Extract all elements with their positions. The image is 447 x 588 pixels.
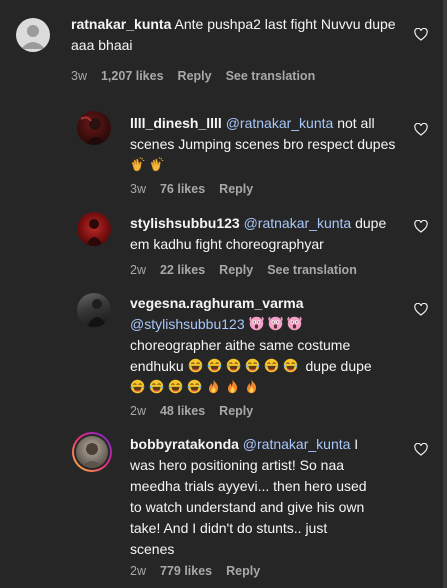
profile-photo bbox=[86, 219, 103, 246]
like-count[interactable]: 779 likes bbox=[160, 564, 212, 578]
reply-button[interactable]: Reply bbox=[178, 69, 212, 83]
username[interactable]: vegesna.raghuram_varma bbox=[130, 295, 304, 311]
tears-of-joy-emoji bbox=[226, 358, 241, 373]
scrollbar-thumb[interactable] bbox=[443, 0, 447, 588]
mention-link[interactable]: @ratnakar_kunta bbox=[244, 215, 352, 231]
username[interactable]: stylishsubbu123 bbox=[130, 215, 240, 231]
comment-text: ratnakar_kunta Ante pushpa2 last fight N… bbox=[71, 14, 401, 56]
comment-meta: 2w 22 likes Reply See translation bbox=[130, 263, 371, 277]
mention-link[interactable]: @ratnakar_kunta bbox=[243, 436, 351, 452]
profile-photo bbox=[76, 436, 108, 468]
screaming-face-emoji bbox=[287, 316, 302, 331]
comment-item: ratnakar_kunta Ante pushpa2 last fight N… bbox=[0, 0, 443, 95]
heart-outline-icon[interactable] bbox=[414, 443, 428, 456]
comment-body-line: meedha trials ayyevi... then hero used bbox=[130, 478, 367, 494]
tears-of-joy-emoji bbox=[245, 358, 260, 373]
tears-of-joy-emoji bbox=[264, 358, 279, 373]
comments-panel: ratnakar_kunta Ante pushpa2 last fight N… bbox=[0, 0, 443, 588]
comment-text: stylishsubbu123 @ratnakar_kunta dupe em … bbox=[130, 213, 400, 255]
scrollbar[interactable] bbox=[443, 0, 447, 588]
avatar[interactable] bbox=[77, 212, 111, 246]
comment-meta: 3w 76 likes Reply bbox=[130, 182, 267, 196]
like-count[interactable]: 1,207 likes bbox=[101, 69, 164, 83]
timestamp: 2w bbox=[130, 263, 146, 277]
timestamp: 3w bbox=[71, 69, 87, 83]
timestamp: 2w bbox=[130, 404, 146, 418]
fire-emoji bbox=[244, 379, 259, 394]
reply-button[interactable]: Reply bbox=[226, 564, 260, 578]
avatar[interactable] bbox=[72, 432, 112, 472]
comment-body-line: take! And I didn't do stunts.. just bbox=[130, 520, 328, 536]
reply-button[interactable]: Reply bbox=[219, 404, 253, 418]
reply-button[interactable]: Reply bbox=[219, 182, 253, 196]
heart-outline-icon[interactable] bbox=[414, 303, 428, 316]
profile-photo-figure bbox=[82, 443, 102, 468]
heart-outline-icon[interactable] bbox=[414, 123, 428, 136]
comment-text: llll_dinesh_llll @ratnakar_kunta not all… bbox=[130, 113, 400, 176]
comment-body: I bbox=[354, 436, 359, 452]
like-count[interactable]: 22 likes bbox=[160, 263, 205, 277]
comment-meta: 3w 1,207 likes Reply See translation bbox=[71, 69, 329, 83]
comment-text: vegesna.raghuram_varma @stylishsubbu123 … bbox=[130, 293, 405, 398]
tears-of-joy-emoji bbox=[207, 358, 222, 373]
heart-outline-icon[interactable] bbox=[414, 220, 428, 233]
comment-body-line: scenes bbox=[130, 541, 175, 557]
username[interactable]: llll_dinesh_llll bbox=[130, 115, 222, 131]
comment-meta: 2w 779 likes Reply bbox=[130, 564, 274, 578]
username[interactable]: bobbyratakonda bbox=[130, 436, 239, 452]
comment-body: choreographer aithe same costume bbox=[130, 337, 351, 353]
comment-item: vegesna.raghuram_varma @stylishsubbu123 … bbox=[0, 289, 443, 429]
clapping-hands-emoji bbox=[149, 157, 164, 172]
avatar[interactable] bbox=[16, 18, 50, 52]
profile-photo bbox=[80, 116, 107, 145]
comment-body: dupe dupe bbox=[305, 358, 372, 374]
avatar[interactable] bbox=[77, 293, 111, 327]
comment-item: llll_dinesh_llll @ratnakar_kunta not all… bbox=[0, 95, 443, 207]
comment-body-line: to watch understand and give his own bbox=[130, 499, 365, 515]
fire-emoji bbox=[206, 379, 221, 394]
fire-emoji bbox=[225, 379, 240, 394]
tears-of-joy-emoji bbox=[187, 379, 202, 394]
avatar[interactable] bbox=[77, 111, 111, 145]
mention-link[interactable]: @ratnakar_kunta bbox=[226, 115, 334, 131]
tears-of-joy-emoji bbox=[149, 379, 164, 394]
tears-of-joy-emoji bbox=[188, 358, 203, 373]
tears-of-joy-emoji bbox=[130, 379, 145, 394]
screaming-face-emoji bbox=[268, 316, 283, 331]
comment-body-line: was hero positioning artist! So naa bbox=[130, 457, 345, 473]
comment-text: bobbyratakonda @ratnakar_kunta I was her… bbox=[130, 434, 405, 560]
screaming-face-emoji bbox=[249, 316, 264, 331]
comment-body: endhuku bbox=[130, 358, 184, 374]
reply-button[interactable]: Reply bbox=[219, 263, 253, 277]
timestamp: 2w bbox=[130, 564, 146, 578]
username[interactable]: ratnakar_kunta bbox=[71, 16, 171, 32]
comment-meta: 2w 48 likes Reply bbox=[130, 404, 267, 418]
timestamp: 3w bbox=[130, 182, 146, 196]
comment-item: stylishsubbu123 @ratnakar_kunta dupe em … bbox=[0, 207, 443, 289]
see-translation-button[interactable]: See translation bbox=[226, 69, 316, 83]
tears-of-joy-emoji bbox=[168, 379, 183, 394]
like-count[interactable]: 76 likes bbox=[160, 182, 205, 196]
heart-outline-icon[interactable] bbox=[414, 28, 428, 41]
clapping-hands-emoji bbox=[130, 157, 145, 172]
see-translation-button[interactable]: See translation bbox=[267, 263, 357, 277]
comment-item: bobbyratakonda @ratnakar_kunta I was her… bbox=[0, 429, 443, 588]
default-avatar-icon bbox=[21, 25, 45, 49]
mention-link[interactable]: @stylishsubbu123 bbox=[130, 316, 245, 332]
tears-of-joy-emoji bbox=[283, 358, 298, 373]
like-count[interactable]: 48 likes bbox=[160, 404, 205, 418]
profile-photo bbox=[87, 299, 107, 327]
